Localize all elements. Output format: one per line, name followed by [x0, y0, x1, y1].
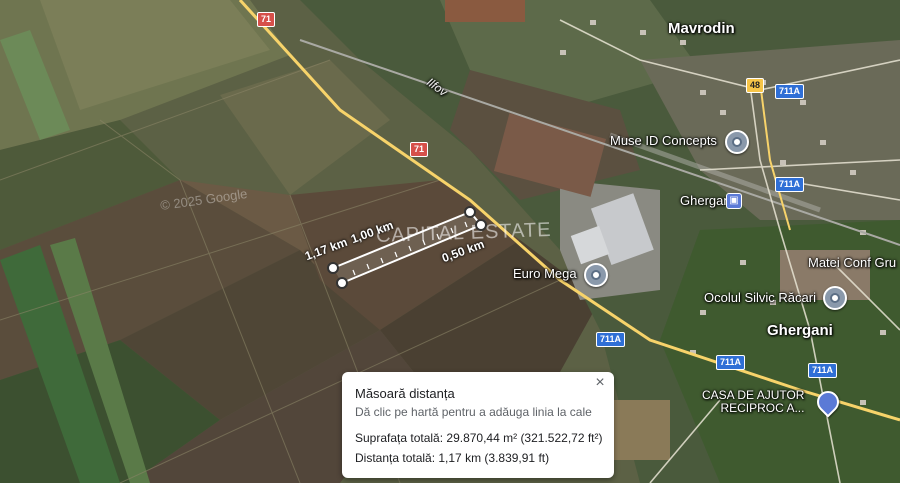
place-label-ghergani[interactable]: Ghergani: [767, 322, 833, 339]
panel-title: Măsoară distanța: [355, 386, 455, 401]
road-shield-71: 71: [257, 12, 276, 27]
poi-label-ocolul-silvic[interactable]: Ocolul Silvic Răcari: [704, 290, 816, 305]
place-pin-icon[interactable]: [584, 263, 608, 287]
map-canvas[interactable]: CAPITAL ESTATE © 2025 Google 1,17 km 1,0…: [0, 0, 900, 483]
close-icon[interactable]: ×: [592, 374, 608, 392]
poi-label-euro-mega[interactable]: Euro Mega: [513, 266, 577, 281]
poi-label-casa-de-ajutor[interactable]: CASA DE AJUTOR RECIPROC A...: [702, 389, 804, 415]
road-shield-711a: 711A: [775, 177, 805, 192]
place-label-mavrodin[interactable]: Mavrodin: [668, 20, 735, 37]
poi-label-casa-line2: RECIPROC A...: [720, 401, 805, 415]
road-shield-71: 71: [410, 142, 429, 157]
measure-distance-panel: Măsoară distanța Dă clic pe hartă pentru…: [342, 372, 614, 478]
road-shield-711a: 711A: [775, 84, 805, 99]
road-shield-48: 48: [746, 78, 765, 93]
total-area-text: Suprafața totală: 29.870,44 m² (321.522,…: [355, 431, 603, 445]
poi-label-muse[interactable]: Muse ID Concepts: [610, 133, 717, 148]
train-station-icon[interactable]: ▣: [726, 193, 742, 209]
total-distance-text: Distanța totală: 1,17 km (3.839,91 ft): [355, 451, 550, 465]
road-shield-711a: 711A: [596, 332, 626, 347]
poi-label-matei-conf[interactable]: Matei Conf Gru: [808, 255, 896, 270]
place-pin-icon[interactable]: [823, 286, 847, 310]
road-shield-711a: 711A: [716, 355, 746, 370]
road-shield-711a: 711A: [808, 363, 838, 378]
panel-hint: Dă clic pe hartă pentru a adăuga linia l…: [355, 405, 592, 419]
place-pin-icon[interactable]: [725, 130, 749, 154]
